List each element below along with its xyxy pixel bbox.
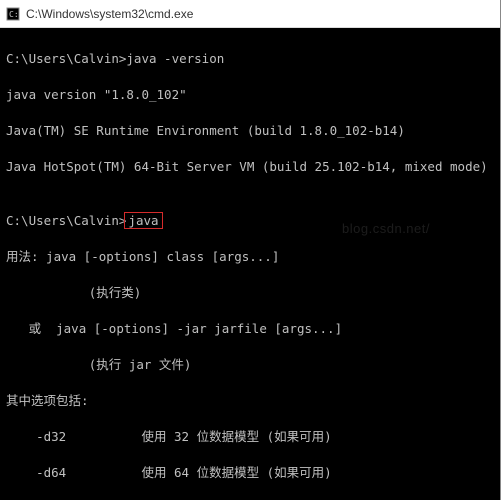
output-line: 其中选项包括: — [6, 392, 494, 410]
output-line: -d32 使用 32 位数据模型 (如果可用) — [6, 428, 494, 446]
output-line: Java(TM) SE Runtime Environment (build 1… — [6, 122, 494, 140]
output-line: -d64 使用 64 位数据模型 (如果可用) — [6, 464, 494, 482]
output-line: Java HotSpot(TM) 64-Bit Server VM (build… — [6, 158, 494, 176]
window-title: C:\Windows\system32\cmd.exe — [26, 7, 193, 21]
prompt-text: C:\Users\Calvin> — [6, 213, 126, 228]
output-line: 用法: java [-options] class [args...] — [6, 248, 494, 266]
output-line: (执行类) — [6, 284, 494, 302]
titlebar[interactable]: C: C:\Windows\system32\cmd.exe — [0, 0, 500, 28]
console-area[interactable]: C:\Users\Calvin>java -version java versi… — [0, 28, 500, 500]
cmd-icon: C: — [6, 7, 20, 21]
output-line: 或 java [-options] -jar jarfile [args...] — [6, 320, 494, 338]
svg-text:C:: C: — [9, 10, 19, 19]
output-line: (执行 jar 文件) — [6, 356, 494, 374]
output-line: C:\Users\Calvin>java -version — [6, 50, 494, 68]
cmd-window: C: C:\Windows\system32\cmd.exe C:\Users\… — [0, 0, 501, 500]
prompt-line: C:\Users\Calvin>java — [6, 212, 494, 230]
highlight-box: java — [124, 212, 162, 229]
output-line: java version "1.8.0_102" — [6, 86, 494, 104]
